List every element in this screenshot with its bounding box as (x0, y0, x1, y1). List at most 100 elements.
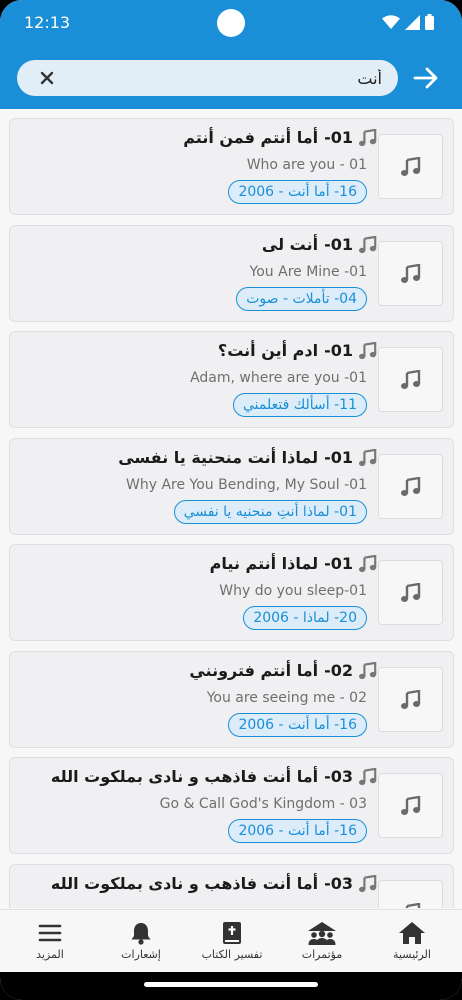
nav-item-home[interactable]: الرئيسية (370, 920, 454, 970)
album-chip[interactable]: 16- أما أنت - 2006 (228, 819, 367, 843)
track-name: أما أنت فاذهب و نادى بملكوت الله (50, 874, 319, 893)
nav-item-more[interactable]: المزيد (8, 920, 92, 970)
music-note-icon (359, 128, 377, 146)
list-item[interactable]: 01- لماذا أنتم نيام Why do you sleep-01 … (9, 544, 454, 641)
menu-icon (38, 924, 62, 942)
people-group-icon (308, 922, 336, 945)
track-thumbnail (378, 560, 443, 625)
track-number: 01- (324, 128, 353, 147)
track-thumbnail (378, 880, 443, 908)
results-list: 01- أما أنتم فمن أنتم Who are you - 01 1… (9, 118, 454, 908)
nav-label-home: الرئيسية (393, 948, 431, 961)
track-name: أنت لى (261, 235, 319, 254)
camera-cutout (217, 9, 245, 37)
music-note-icon (400, 369, 420, 389)
nav-item-notifications[interactable]: إشعارات (99, 920, 183, 970)
track-number: 03- (324, 874, 353, 893)
music-note-icon (400, 582, 420, 602)
track-subtitle: You are seeing me - 02 (206, 690, 367, 706)
track-title: 01- أنت لى (262, 235, 377, 254)
track-number: 01- (324, 341, 353, 360)
track-thumbnail (378, 667, 443, 732)
wifi-icon (382, 14, 400, 29)
home-icon (399, 922, 425, 944)
home-indicator[interactable] (144, 982, 318, 987)
track-subtitle: Who are you - 01 (246, 157, 367, 173)
track-name: لماذا أنتم نيام (209, 554, 319, 573)
music-note-icon (359, 235, 377, 253)
music-note-icon (359, 448, 377, 466)
nav-label-more: المزيد (36, 948, 64, 961)
album-chip[interactable]: 04- تأملات - صوت (236, 287, 367, 311)
track-thumbnail (378, 134, 443, 199)
arrow-right-icon[interactable] (413, 66, 439, 90)
music-note-icon (400, 263, 420, 283)
track-subtitle: Why Are You Bending, My Soul -01 (126, 477, 367, 493)
music-note-icon (405, 902, 420, 908)
music-note-icon (359, 661, 377, 679)
track-name: أما أنت فاذهب و نادى بملكوت الله (50, 767, 319, 786)
list-item[interactable]: 01- لماذا أنت منحنية يا نفسى Why Are You… (9, 438, 454, 535)
close-icon[interactable] (37, 68, 57, 88)
list-item[interactable]: 01- أما أنتم فمن أنتم Who are you - 01 1… (9, 118, 454, 215)
status-icons (382, 14, 434, 30)
music-note-icon (400, 476, 420, 496)
track-title: 03- أما أنت فاذهب و نادى بملكوت الله (51, 874, 377, 893)
list-item[interactable]: 01- ادم أين أنت؟ Adam, where are you -01… (9, 331, 454, 428)
track-number: 01- (324, 235, 353, 254)
track-title: 01- لماذا أنتم نيام (210, 554, 377, 573)
track-title: 02- أما أنتم فترونني (189, 661, 377, 680)
track-thumbnail (378, 241, 443, 306)
battery-icon (425, 14, 434, 30)
track-name: أما أنتم فترونني (189, 661, 319, 680)
track-thumbnail (378, 454, 443, 519)
track-subtitle: Go & Call God's Kingdom - 03 (159, 796, 367, 812)
search-input[interactable] (69, 60, 382, 96)
track-subtitle: You Are Mine -01 (249, 264, 367, 280)
bell-icon (131, 923, 151, 945)
album-chip[interactable]: 20- لماذا - 2006 (243, 606, 367, 630)
list-item[interactable]: 03- أما أنت فاذهب و نادى بملكوت الله (9, 864, 454, 908)
nav-item-conferences[interactable]: مؤتمرات (280, 920, 364, 970)
nav-label-conferences: مؤتمرات (301, 948, 343, 961)
nav-label-bible-commentary: تفسير الكتاب (201, 948, 263, 961)
track-number: 03- (324, 767, 353, 786)
album-chip[interactable]: 01- لماذا أنتِ منحنيه يا نفسي (173, 500, 367, 524)
music-note-icon (400, 689, 420, 709)
music-note-icon (400, 156, 420, 176)
status-bar: 12:13 (0, 0, 462, 46)
track-subtitle: Adam, where are you -01 (190, 370, 367, 386)
bible-icon (223, 922, 241, 944)
nav-label-notifications: إشعارات (121, 948, 161, 961)
track-number: 01- (324, 554, 353, 573)
track-name: ادم أين أنت؟ (217, 341, 319, 360)
app-screen: 12:13 01- أما أنتم فمن أنتم Who are (0, 0, 462, 1000)
status-time: 12:13 (24, 13, 71, 32)
album-chip[interactable]: 11- أسألك فتعلمني (232, 393, 367, 417)
track-title: 01- لماذا أنت منحنية يا نفسى (118, 448, 377, 467)
nav-item-bible-commentary[interactable]: تفسير الكتاب (190, 920, 274, 970)
track-thumbnail (378, 347, 443, 412)
signal-icon (405, 14, 420, 30)
track-number: 01- (324, 448, 353, 467)
album-chip[interactable]: 16- أما أنت - 2006 (228, 713, 367, 737)
track-number: 02- (324, 661, 353, 680)
track-name: أما أنتم فمن أنتم (183, 128, 319, 147)
bottom-nav: المزيد إشعارات تفسير الكتاب مؤتمرات الرئ… (0, 909, 462, 972)
music-note-icon (359, 341, 377, 359)
track-title: 03- أما أنت فاذهب و نادى بملكوت الله (51, 767, 377, 786)
list-item[interactable]: 02- أما أنتم فترونني You are seeing me -… (9, 651, 454, 748)
search-bar (17, 60, 398, 96)
list-item[interactable]: 01- أنت لى You Are Mine -01 04- تأملات -… (9, 225, 454, 322)
app-header: 12:13 (0, 0, 462, 109)
track-title: 01- أما أنتم فمن أنتم (183, 128, 377, 147)
track-title: 01- ادم أين أنت؟ (218, 341, 377, 360)
music-note-icon (359, 554, 377, 572)
music-note-icon (359, 767, 377, 785)
track-thumbnail (378, 773, 443, 838)
album-chip[interactable]: 16- أما أنت - 2006 (228, 180, 367, 204)
list-item[interactable]: 03- أما أنت فاذهب و نادى بملكوت الله Go … (9, 757, 454, 854)
music-note-icon (359, 874, 377, 892)
music-note-icon (400, 795, 420, 815)
track-name: لماذا أنت منحنية يا نفسى (118, 448, 319, 467)
